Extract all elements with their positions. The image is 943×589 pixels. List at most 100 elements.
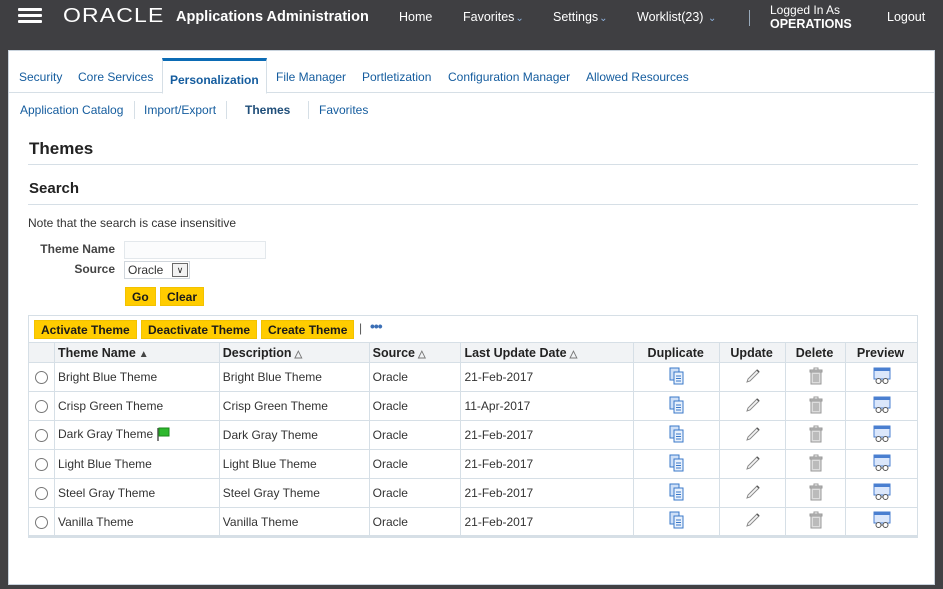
app-title: Applications Administration — [176, 9, 369, 25]
preview-glasses-icon[interactable] — [873, 454, 891, 475]
table-row[interactable]: Dark Gray Theme Dark Gray Theme Oracle 2… — [28, 420, 918, 450]
trash-delete-icon[interactable] — [809, 454, 823, 475]
pencil-edit-icon[interactable] — [744, 396, 762, 417]
preview-cell — [845, 391, 918, 421]
deactivate-theme-button[interactable]: Deactivate Theme — [141, 320, 258, 339]
subtab-favorites[interactable]: Favorites — [319, 103, 368, 117]
update-cell — [719, 507, 787, 537]
trash-delete-icon[interactable] — [809, 483, 823, 504]
go-button[interactable]: Go — [125, 287, 156, 306]
duplicate-icon[interactable] — [669, 483, 685, 504]
column-header-last-update-date[interactable]: Last Update Date △ — [460, 342, 635, 363]
delete-cell — [785, 391, 846, 421]
preview-glasses-icon[interactable] — [873, 396, 891, 417]
column-label: Description — [222, 345, 292, 360]
nav-worklist-label: Worklist(23) — [637, 10, 704, 24]
subtab-import-export[interactable]: Import/Export — [144, 103, 216, 117]
nav-home[interactable]: Home — [399, 10, 432, 24]
column-header-source[interactable]: Source △ — [368, 342, 462, 363]
column-label: Theme Name — [57, 345, 136, 360]
theme-name-cell: Steel Gray Theme — [53, 478, 220, 508]
duplicate-cell — [633, 449, 721, 479]
update-cell — [719, 391, 787, 421]
last-update-date-cell: 21-Feb-2017 — [460, 362, 635, 392]
subtab-themes[interactable]: Themes — [245, 103, 290, 117]
divider — [28, 164, 918, 165]
create-theme-button[interactable]: Create Theme — [261, 320, 355, 339]
column-header-theme-name[interactable]: Theme Name ▲ — [53, 342, 220, 363]
pencil-edit-icon[interactable] — [744, 483, 762, 504]
pencil-edit-icon[interactable] — [744, 425, 762, 446]
nav-worklist[interactable]: Worklist(23) ⌄ — [637, 10, 716, 24]
preview-glasses-icon[interactable] — [873, 367, 891, 388]
pencil-edit-icon[interactable] — [744, 511, 762, 532]
tab-personalization[interactable]: Personalization — [162, 58, 267, 94]
column-header-description[interactable]: Description △ — [218, 342, 370, 363]
preview-cell — [845, 420, 918, 450]
nav-divider — [749, 10, 750, 26]
preview-cell — [845, 507, 918, 537]
source-label: Source — [74, 262, 115, 276]
activate-theme-button[interactable]: Activate Theme — [34, 320, 137, 339]
tab-allowed-resources[interactable]: Allowed Resources — [586, 70, 689, 84]
tab-security[interactable]: Security — [19, 70, 62, 84]
row-select-radio[interactable] — [35, 458, 48, 472]
delete-cell — [785, 362, 846, 392]
column-header-preview: Preview — [845, 342, 918, 363]
tab-file-manager[interactable]: File Manager — [276, 70, 346, 84]
trash-delete-icon[interactable] — [809, 511, 823, 532]
source-select[interactable]: Oracle ∨ — [124, 261, 190, 279]
theme-name: Crisp Green Theme — [57, 399, 164, 413]
subtab-application-catalog[interactable]: Application Catalog — [20, 103, 123, 117]
duplicate-icon[interactable] — [669, 425, 685, 446]
last-update-date-cell: 21-Feb-2017 — [460, 420, 635, 450]
more-actions-icon[interactable]: ••• — [370, 318, 383, 334]
trash-delete-icon[interactable] — [809, 396, 823, 417]
column-header-duplicate: Duplicate — [633, 342, 721, 363]
sort-icon[interactable]: △ — [570, 349, 578, 360]
row-select-radio[interactable] — [35, 371, 48, 385]
preview-glasses-icon[interactable] — [873, 483, 891, 504]
table-row[interactable]: Light Blue Theme Light Blue Theme Oracle… — [28, 449, 918, 479]
pencil-edit-icon[interactable] — [744, 454, 762, 475]
preview-glasses-icon[interactable] — [873, 425, 891, 446]
table-row[interactable]: Steel Gray Theme Steel Gray Theme Oracle… — [28, 478, 918, 508]
nav-favorites[interactable]: Favorites⌄ — [463, 10, 524, 24]
row-select-radio[interactable] — [35, 487, 48, 501]
duplicate-icon[interactable] — [669, 454, 685, 475]
hamburger-menu-icon[interactable] — [18, 8, 42, 24]
trash-delete-icon[interactable] — [809, 367, 823, 388]
duplicate-icon[interactable] — [669, 511, 685, 532]
nav-settings[interactable]: Settings⌄ — [553, 10, 608, 24]
theme-name-cell: Crisp Green Theme — [53, 391, 220, 421]
sort-ascending-icon[interactable]: ▲ — [139, 349, 149, 360]
trash-delete-icon[interactable] — [809, 425, 823, 446]
sort-icon[interactable]: △ — [418, 349, 426, 360]
tab-portletization[interactable]: Portletization — [362, 70, 431, 84]
theme-name-cell: Bright Blue Theme — [53, 362, 220, 392]
duplicate-cell — [633, 507, 721, 537]
source-cell: Oracle — [368, 420, 462, 450]
theme-name-cell: Vanilla Theme — [53, 507, 220, 537]
row-select-radio[interactable] — [35, 429, 48, 443]
tab-configuration-manager[interactable]: Configuration Manager — [448, 70, 570, 84]
pencil-edit-icon[interactable] — [744, 367, 762, 388]
sort-icon[interactable]: △ — [295, 349, 303, 360]
column-label: Source — [372, 345, 415, 360]
table-row[interactable]: Bright Blue Theme Bright Blue Theme Orac… — [28, 362, 918, 392]
theme-name-input[interactable] — [124, 241, 266, 259]
duplicate-icon[interactable] — [669, 396, 685, 417]
column-header-update: Update — [719, 342, 787, 363]
logout-link[interactable]: Logout — [887, 10, 925, 24]
tab-core-services[interactable]: Core Services — [78, 70, 153, 84]
preview-glasses-icon[interactable] — [873, 511, 891, 532]
duplicate-icon[interactable] — [669, 367, 685, 388]
subtab-divider — [308, 101, 309, 119]
row-select-radio[interactable] — [35, 515, 48, 529]
column-label: Last Update Date — [464, 345, 567, 360]
row-select-radio[interactable] — [35, 400, 48, 414]
table-row[interactable]: Vanilla Theme Vanilla Theme Oracle 21-Fe… — [28, 507, 918, 537]
global-header: ORACLE Applications Administration Home … — [0, 0, 943, 50]
table-row[interactable]: Crisp Green Theme Crisp Green Theme Orac… — [28, 391, 918, 421]
clear-button[interactable]: Clear — [160, 287, 205, 306]
